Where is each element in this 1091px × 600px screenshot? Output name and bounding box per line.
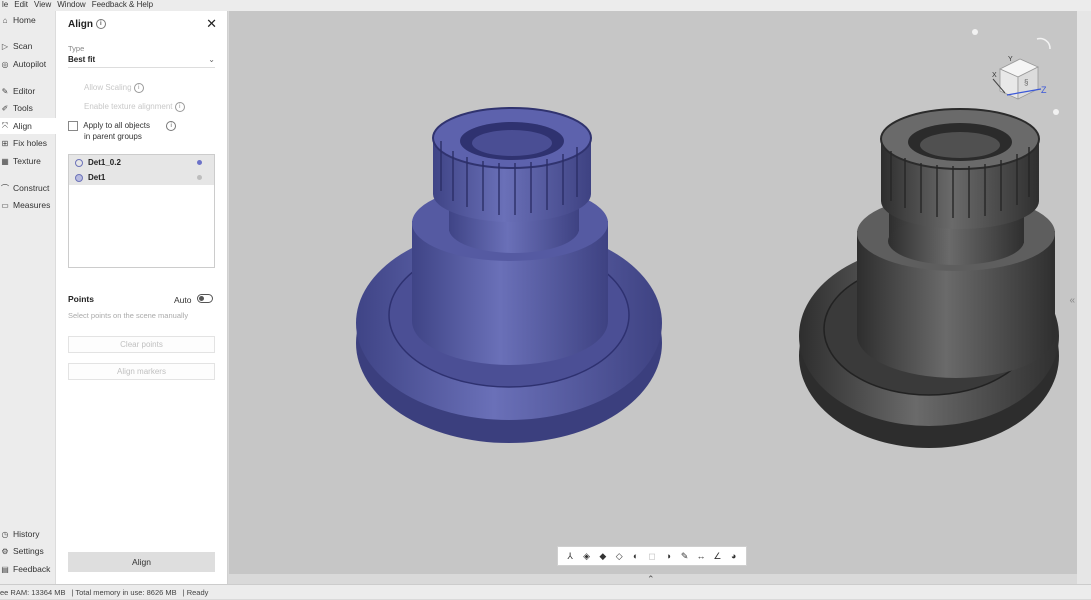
type-dropdown[interactable]: Best fit ⌄ (68, 55, 215, 68)
nav-item-autopilot[interactable]: ◎ Autopilot (0, 56, 56, 72)
nav-item-fix-holes[interactable]: ⊞ Fix holes (0, 135, 56, 151)
nav-item-settings[interactable]: ⚙ Settings (0, 543, 56, 559)
apply-all-option: Apply to all objects i (68, 121, 177, 131)
texture-view-icon[interactable]: ◻ (646, 550, 658, 562)
transparency-icon[interactable]: ◑ (662, 550, 674, 562)
align-button[interactable]: Align (68, 552, 215, 572)
construct-icon: ⌒ (1, 183, 9, 193)
home-icon: ⌂ (2, 15, 8, 25)
nav-item-feedback[interactable]: ▤ Feedback (0, 561, 56, 577)
list-item[interactable]: Det1_0.2 (69, 155, 214, 170)
scene-canvas: § Z X Y « (356, 29, 1075, 448)
texture-icon: ▦ (1, 156, 9, 166)
apply-all-line2: in parent groups (84, 132, 142, 141)
free-ram-text: ee RAM: 13364 MB (0, 588, 66, 597)
axes-icon[interactable]: ⅄ (564, 550, 576, 562)
close-icon[interactable]: ✕ (206, 16, 217, 32)
nav-item-texture[interactable]: ▦ Texture (0, 153, 56, 169)
settings-icon: ⚙ (1, 546, 9, 556)
auto-toggle[interactable] (197, 294, 213, 303)
allow-scaling-option: Allow Scaling i (84, 83, 144, 93)
y-axis-label: Y (1008, 56, 1013, 63)
nav-item-align[interactable]: ⤧ Align (0, 118, 56, 134)
scan-icon: ▷ (1, 41, 9, 51)
blue-gear-model[interactable] (356, 107, 662, 443)
view-cube[interactable]: § Z X Y (972, 29, 1059, 115)
nav-item-construct[interactable]: ⌒ Construct (0, 180, 56, 196)
shade-wire-icon[interactable]: ◇ (613, 550, 625, 562)
autopilot-icon: ◎ (1, 59, 9, 69)
history-icon: ◷ (1, 529, 9, 539)
panel-title: Align i (68, 19, 106, 30)
type-label: Type (68, 44, 85, 53)
nav-item-history[interactable]: ◷ History (0, 526, 56, 542)
total-memory-text: Total memory in use: 8626 MB (75, 588, 177, 597)
feedback-icon: ▤ (1, 564, 9, 574)
gray-gear-model[interactable] (799, 108, 1059, 448)
chevron-down-icon: ⌄ (208, 55, 215, 64)
object-icon (75, 173, 83, 182)
angle-icon[interactable]: ∠ (711, 550, 723, 562)
view-cube-face-label: § (1024, 78, 1028, 87)
nav-item-scan[interactable]: ▷ Scan (0, 38, 56, 54)
apply-all-checkbox[interactable] (68, 121, 78, 131)
distance-icon[interactable]: ↔ (695, 550, 707, 562)
cube-icon[interactable]: ◈ (581, 550, 593, 562)
info-icon[interactable]: i (95, 19, 106, 30)
info-icon[interactable]: i (166, 121, 177, 131)
pin-icon[interactable]: ✎ (679, 550, 691, 562)
tools-icon: ✐ (1, 103, 9, 113)
x-axis-label: X (992, 72, 997, 79)
menu-feedback-help[interactable]: Feedback & Help (92, 0, 153, 11)
info-icon[interactable]: i (133, 83, 144, 93)
align-panel: Align i ✕ Type Best fit ⌄ Allow Scaling … (56, 11, 228, 584)
type-dropdown-value: Best fit (68, 55, 96, 64)
align-icon: ⤧ (1, 121, 9, 130)
shade-solid-icon[interactable]: ◆ (597, 550, 609, 562)
color-dot (197, 175, 202, 180)
render-icon[interactable]: ◕ (728, 550, 740, 562)
nav-item-editor[interactable]: ✎ Editor (0, 83, 56, 99)
measures-icon: ▭ (1, 200, 9, 210)
menu-edit[interactable]: Edit (14, 0, 28, 11)
clear-points-button[interactable]: Clear points (68, 336, 215, 353)
enable-texture-option: Enable texture alignment i (84, 102, 185, 112)
editor-icon: ✎ (1, 86, 9, 96)
view-toolbar: ⅄ ◈ ◆ ◇ ◐ ◻ ◑ ✎ ↔ ∠ ◕ (557, 546, 747, 566)
points-hint: Select points on the scene manually (68, 311, 189, 320)
nav-item-home[interactable]: ⌂ Home (0, 12, 56, 28)
status-bar: ee RAM: 13364 MB | Total memory in use: 8… (0, 584, 1091, 599)
menu-bar: le Edit View Window Feedback & Help (0, 0, 1091, 11)
collapse-right-icon[interactable]: « (1069, 295, 1075, 306)
fix-holes-icon: ⊞ (1, 138, 9, 148)
menu-file[interactable]: le (2, 0, 8, 11)
z-axis-label: Z (1041, 85, 1047, 95)
auto-label: Auto (174, 295, 192, 305)
left-navigation: ⌂ Home ▷ Scan ◎ Autopilot ✎ Editor ✐ Tools ⤧ A… (0, 11, 56, 584)
list-item[interactable]: Det1 (69, 170, 214, 185)
info-icon[interactable]: i (174, 102, 185, 112)
object-icon (75, 158, 83, 167)
points-label: Points (68, 294, 94, 304)
menu-window[interactable]: Window (57, 0, 85, 11)
status-state: Ready (186, 588, 209, 597)
right-edge-panel (1077, 11, 1091, 584)
nav-item-tools[interactable]: ✐ Tools (0, 100, 56, 116)
3d-viewport[interactable]: § Z X Y « (229, 11, 1077, 574)
shade-mixed-icon[interactable]: ◐ (630, 550, 642, 562)
align-markers-button[interactable]: Align markers (68, 363, 215, 380)
menu-view[interactable]: View (34, 0, 51, 11)
object-list: Det1_0.2 Det1 (68, 154, 215, 268)
nav-item-measures[interactable]: ▭ Measures (0, 197, 56, 213)
color-dot (197, 160, 202, 165)
